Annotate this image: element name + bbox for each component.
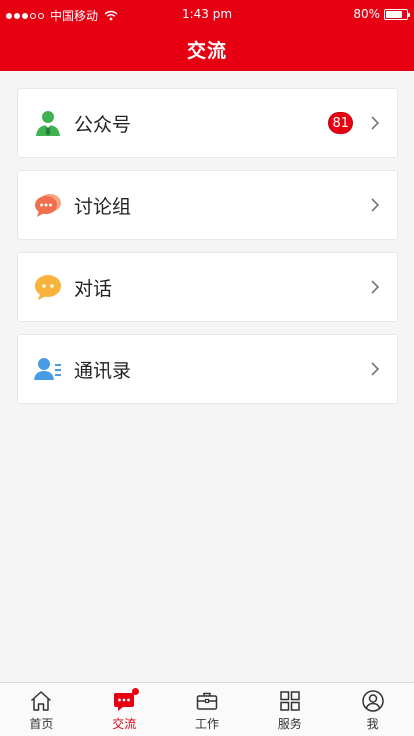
profile-icon xyxy=(361,690,384,712)
battery-percent: 80% xyxy=(353,7,380,21)
tab-chat[interactable]: 交流 xyxy=(83,683,166,736)
list-item-official-accounts[interactable]: 公众号 81 xyxy=(17,88,398,158)
list-item-label: 公众号 xyxy=(74,113,132,136)
grid-icon xyxy=(280,691,300,711)
chevron-right-icon xyxy=(371,198,380,212)
official-account-icon xyxy=(34,109,62,137)
battery-level xyxy=(386,10,402,18)
list-item-label: 对话 xyxy=(74,277,113,300)
tab-label: 服务 xyxy=(277,717,302,731)
tab-services[interactable]: 服务 xyxy=(248,683,331,736)
tab-home[interactable]: 首页 xyxy=(0,683,83,736)
header-bar: 中国移动 1:43 pm 80% 交流 xyxy=(0,0,414,71)
home-icon xyxy=(31,691,52,711)
list-item-dialogs[interactable]: 对话 xyxy=(17,252,398,322)
chevron-right-icon xyxy=(371,362,380,376)
chevron-right-icon xyxy=(371,116,380,130)
contacts-icon xyxy=(34,355,62,383)
bottom-tab-bar: 首页 交流 工作 服务 我 xyxy=(0,682,414,736)
tab-label: 首页 xyxy=(29,717,54,731)
tab-label: 交流 xyxy=(112,717,137,731)
unread-badge: 81 xyxy=(328,112,353,134)
status-time: 1:43 pm xyxy=(181,7,233,21)
briefcase-icon xyxy=(196,692,218,710)
tab-me[interactable]: 我 xyxy=(331,683,414,736)
app-screen: 中国移动 1:43 pm 80% 交流 公众号 81 讨论组 对话 通讯录 首页… xyxy=(0,0,414,736)
chevron-right-icon xyxy=(371,280,380,294)
list-item-discussion-groups[interactable]: 讨论组 xyxy=(17,170,398,240)
tab-label: 我 xyxy=(366,717,379,731)
dialog-icon xyxy=(34,273,62,301)
list-item-label: 通讯录 xyxy=(74,359,132,382)
page-title: 交流 xyxy=(186,40,227,62)
tab-label: 工作 xyxy=(194,717,219,731)
notification-dot xyxy=(132,688,140,695)
list-item-label: 讨论组 xyxy=(74,195,132,218)
status-right: 80% xyxy=(353,7,410,21)
battery-icon xyxy=(384,8,410,20)
status-bar: 中国移动 1:43 pm 80% xyxy=(0,0,414,28)
tab-work[interactable]: 工作 xyxy=(166,683,249,736)
list-item-contacts[interactable]: 通讯录 xyxy=(17,334,398,404)
discussion-group-icon xyxy=(34,191,62,219)
